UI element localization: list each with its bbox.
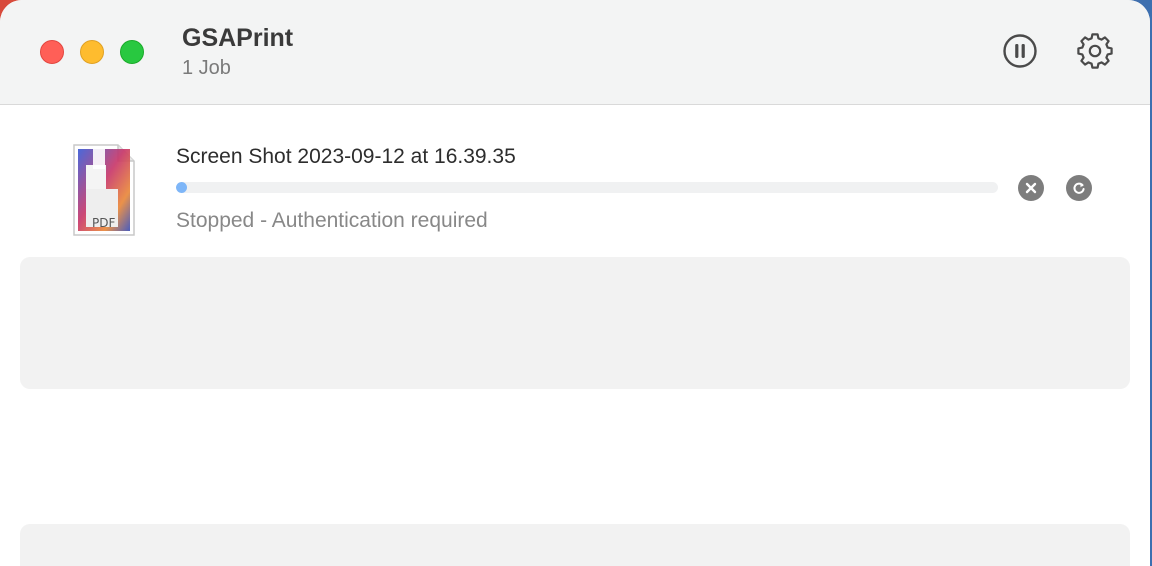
pdf-document-icon: PDF <box>73 144 135 236</box>
pause-circle-icon <box>1003 34 1037 68</box>
empty-job-panel-bottom <box>20 524 1130 566</box>
cancel-icon <box>1025 182 1037 194</box>
app-window: GSAPrint 1 Job PDF Screen Shot 2023-09-1… <box>0 0 1150 566</box>
job-count: 1 Job <box>182 57 231 79</box>
retry-icon <box>1073 182 1085 194</box>
pdf-badge-text: PDF <box>92 216 115 230</box>
pause-button[interactable] <box>1001 32 1039 70</box>
job-name: Screen Shot 2023-09-12 at 16.39.35 <box>176 145 516 168</box>
print-job-row[interactable]: PDF Screen Shot 2023-09-12 at 16.39.35 S… <box>0 105 1150 255</box>
title-bar: GSAPrint 1 Job <box>0 0 1150 105</box>
cancel-job-button[interactable] <box>1018 175 1044 201</box>
job-progress-bar <box>176 182 998 193</box>
window-title: GSAPrint <box>182 24 294 52</box>
settings-button[interactable] <box>1076 32 1114 70</box>
retry-job-button[interactable] <box>1066 175 1092 201</box>
maximize-window-button[interactable] <box>120 40 144 64</box>
close-window-button[interactable] <box>40 40 64 64</box>
empty-job-panel <box>20 257 1130 389</box>
job-progress-fill <box>176 182 187 193</box>
minimize-window-button[interactable] <box>80 40 104 64</box>
gear-icon <box>1077 33 1113 69</box>
job-status: Stopped - Authentication required <box>176 209 488 232</box>
